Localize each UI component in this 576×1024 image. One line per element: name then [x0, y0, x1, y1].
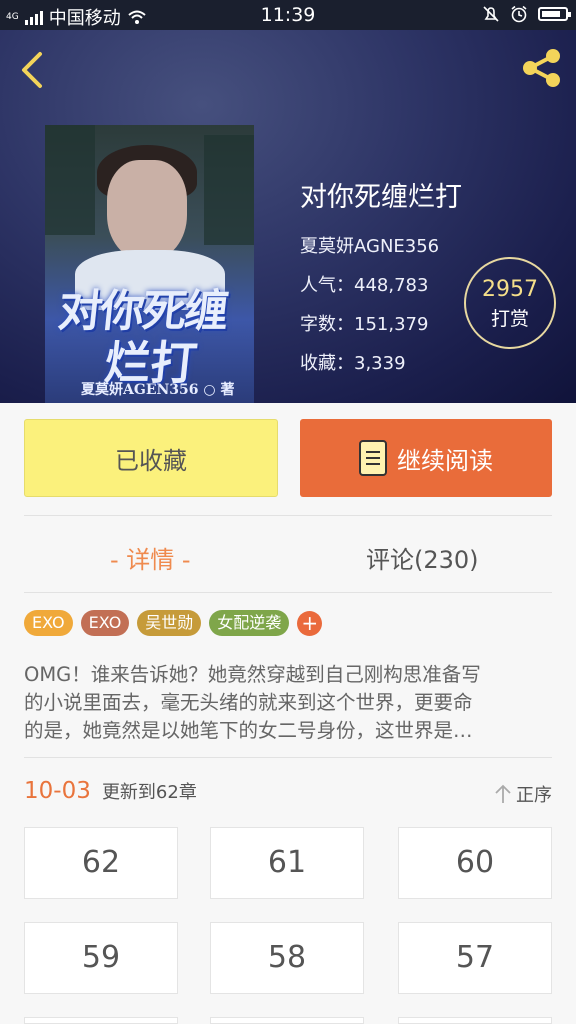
description-line: 的是，她竟然是以她笔下的女二号身份，这世界是… — [24, 719, 473, 742]
cover-author: 夏莫妍AGEN356 ○ 著 — [81, 382, 235, 398]
tag-item[interactable]: 女配逆袭 — [209, 610, 290, 636]
status-right — [482, 5, 571, 23]
update-row: 10-03 更新到62章 正序 — [24, 778, 552, 810]
chapter-button[interactable]: 61 — [210, 827, 364, 899]
chapter-button[interactable]: 62 — [24, 827, 178, 899]
tab-detail[interactable]: - 详情 - — [110, 540, 191, 575]
book-popularity: 人气：448,783 — [300, 275, 429, 296]
tag-item[interactable]: EXO — [80, 610, 130, 636]
status-bar: 4G 中国移动 11:39 — [0, 0, 576, 30]
divider — [24, 515, 552, 516]
arrow-up-icon — [495, 784, 511, 803]
sort-toggle[interactable]: 正序 — [494, 781, 552, 807]
sort-label: 正序 — [516, 785, 552, 806]
tab-comments[interactable]: 评论(230) — [366, 540, 479, 575]
book-word-count: 字数：151,379 — [300, 314, 429, 335]
battery-icon — [538, 7, 571, 21]
add-tag-button[interactable]: + — [297, 610, 323, 636]
book-author[interactable]: 夏莫妍AGNE356 — [300, 232, 462, 258]
chapter-button[interactable]: 60 — [398, 827, 552, 899]
continue-reading-label: 继续阅读 — [397, 446, 493, 475]
chapter-button-partial[interactable] — [24, 1017, 178, 1024]
chapter-button[interactable]: 58 — [210, 922, 364, 994]
tag-item[interactable]: EXO — [24, 610, 73, 636]
update-date: 10-03 — [24, 778, 91, 804]
favorite-button-label: 已收藏 — [115, 446, 187, 475]
book-header: 对你死缠 烂打 夏莫妍AGEN356 ○ 著 对你死缠烂打 夏莫妍AGNE356… — [0, 30, 576, 403]
chapter-button[interactable]: 57 — [398, 922, 552, 994]
chapter-button-partial[interactable] — [210, 1017, 364, 1024]
book-cover: 对你死缠 烂打 夏莫妍AGEN356 ○ 著 — [45, 125, 254, 403]
description-line: 的小说里面去，毫无头绪的就来到这个世界，更要命 — [24, 691, 473, 714]
back-arrow-icon[interactable] — [16, 50, 46, 90]
continue-reading-button[interactable]: 继续阅读 — [300, 419, 552, 497]
book-info: 对你死缠烂打 夏莫妍AGNE356 人气：448,783 字数：151,379 … — [300, 175, 462, 388]
book-title: 对你死缠烂打 — [300, 182, 462, 213]
alarm-icon — [511, 5, 527, 23]
tag-item[interactable]: 吴世勋 — [137, 610, 202, 636]
update-text: 更新到62章 — [101, 782, 197, 803]
tab-bar: - 详情 - 评论(230) — [0, 520, 576, 590]
reward-label: 打赏 — [490, 308, 529, 330]
book-favorites: 收藏：3,339 — [300, 353, 406, 374]
tag-list: EXO EXO 吴世勋 女配逆袭 + — [24, 610, 323, 636]
divider — [24, 592, 552, 593]
share-icon[interactable] — [520, 46, 564, 90]
description-line: OMG！谁来告诉她？她竟然穿越到自己刚构思准备写 — [24, 663, 481, 686]
chapter-button[interactable]: 59 — [24, 922, 178, 994]
mute-icon — [483, 6, 499, 22]
book-description[interactable]: OMG！谁来告诉她？她竟然穿越到自己刚构思准备写 的小说里面去，毫无头绪的就来到… — [24, 661, 554, 745]
book-icon — [359, 440, 387, 476]
chapter-button-partial[interactable] — [398, 1017, 552, 1024]
favorite-button[interactable]: 已收藏 — [24, 419, 278, 497]
divider — [24, 757, 552, 758]
reward-button[interactable]: 2957 打赏 — [464, 257, 556, 349]
reward-count: 2957 — [482, 277, 538, 302]
